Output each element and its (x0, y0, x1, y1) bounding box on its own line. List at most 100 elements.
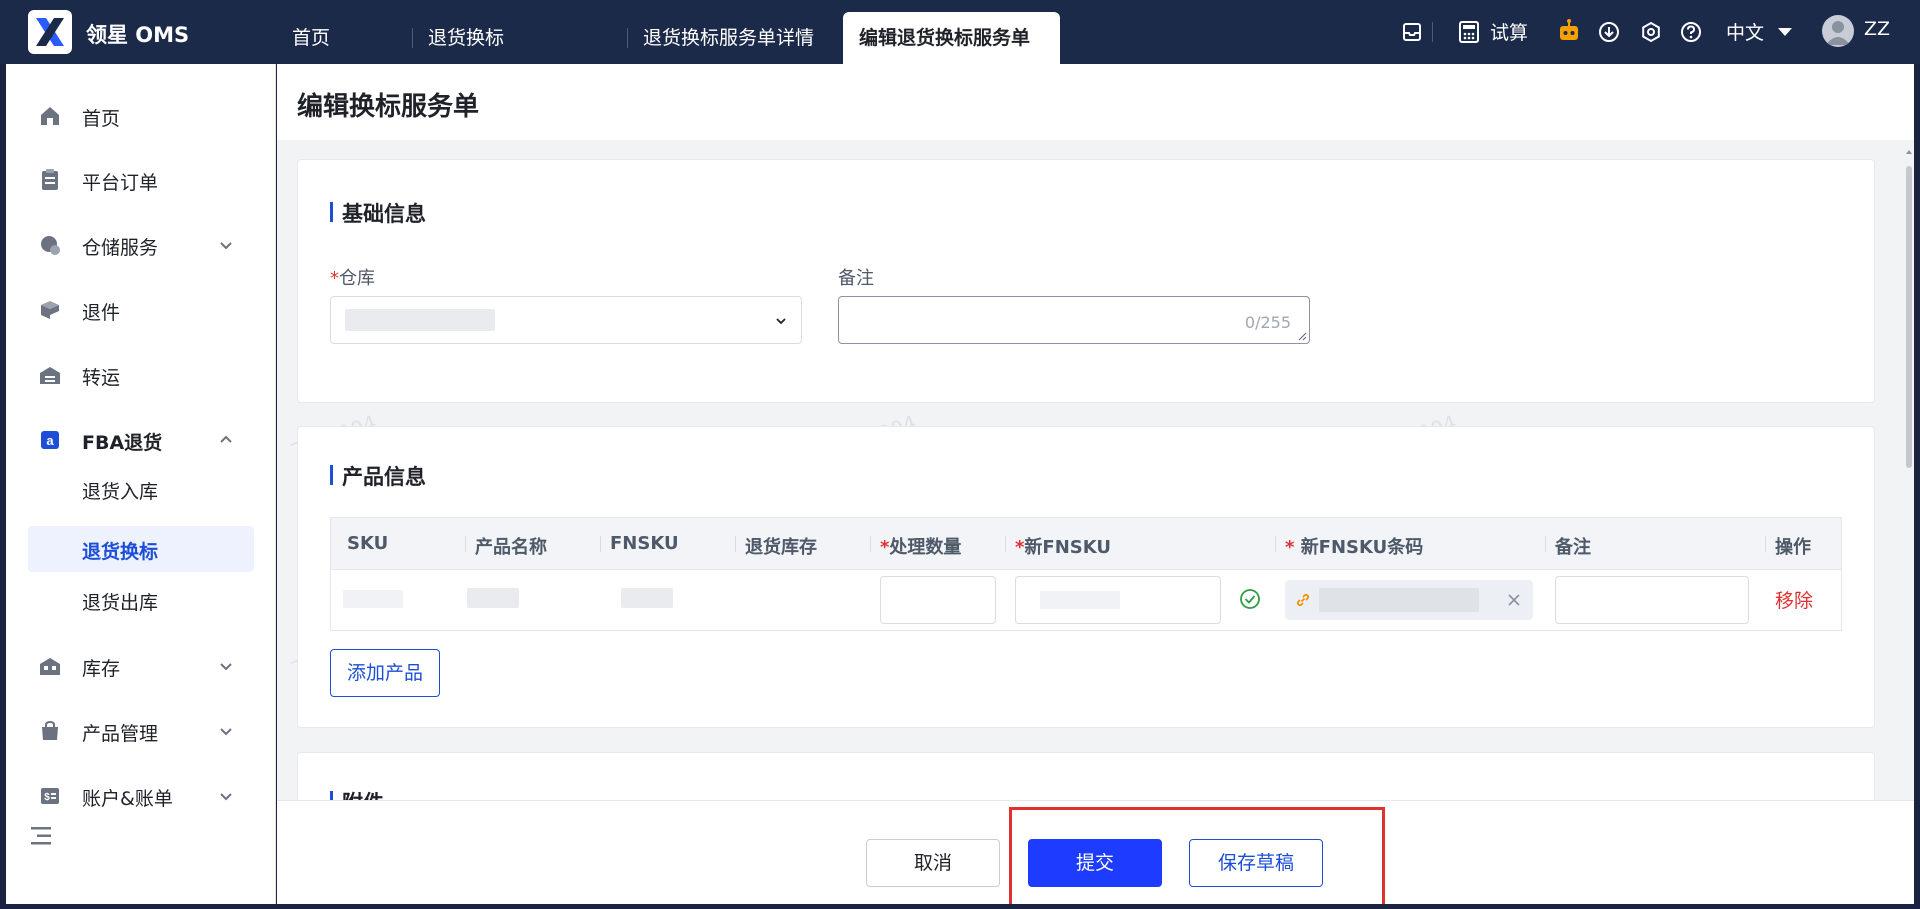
blurred-sku (343, 590, 403, 608)
home-icon (41, 107, 59, 125)
col-divider (600, 536, 601, 552)
chevron-down-icon (220, 728, 232, 736)
page-header: 编辑换标服务单 (277, 64, 1914, 140)
scroll-thumb[interactable] (1906, 166, 1912, 468)
chevron-down-icon (220, 242, 232, 250)
app-logo[interactable] (28, 10, 72, 54)
page-title: 编辑换标服务单 (297, 92, 480, 122)
col-qty: *处理数量 (880, 537, 962, 558)
remove-row-link[interactable]: 移除 (1775, 586, 1813, 613)
col-new-fnsku-barcode: * 新FNSKU条码 (1285, 537, 1424, 558)
blurred-new-fnsku (1040, 591, 1120, 609)
sidebar-item-inventory[interactable]: 库存 (6, 642, 276, 690)
col-divider (1005, 536, 1006, 552)
inventory-icon (40, 658, 60, 675)
top-bar: 领星 OMS 首页 退货换标 退货换标服务单详情 编辑退货换标服务单 试算 中文… (0, 0, 1920, 64)
scroll-up-icon[interactable] (1905, 148, 1913, 156)
remark-textarea[interactable]: 0/255 (838, 296, 1310, 344)
amazon-icon: a (41, 431, 59, 449)
new-fnsku-input[interactable] (1015, 576, 1221, 624)
submit-button[interactable]: 提交 (1028, 839, 1162, 887)
add-product-button[interactable]: 添加产品 (330, 649, 440, 697)
settings-icon[interactable] (1640, 21, 1662, 43)
user-name[interactable]: ZZ (1864, 18, 1890, 40)
barcode-file-tag[interactable] (1285, 580, 1533, 620)
sidebar-item-platform-orders[interactable]: 平台订单 (6, 156, 276, 204)
calculator-icon[interactable] (1458, 20, 1480, 44)
sidebar-label: 转运 (82, 367, 121, 389)
chevron-down-icon (220, 793, 232, 801)
sidebar-label: 退件 (82, 302, 121, 324)
col-sku: SKU (347, 533, 389, 554)
sidebar-label: 库存 (82, 658, 121, 680)
sidebar-item-returns[interactable]: 退件 (6, 286, 276, 334)
save-draft-button[interactable]: 保存草稿 (1189, 839, 1323, 887)
tab-service-detail[interactable]: 退货换标服务单详情 (626, 12, 814, 64)
svg-text:a: a (46, 433, 54, 448)
col-divider (465, 536, 466, 552)
col-divider (870, 536, 871, 552)
sidebar-label: FBA退货 (82, 432, 163, 454)
basic-info-card: 基础信息 *仓库 备注 0/255 (297, 159, 1875, 403)
footer-action-bar: 取消 提交 保存草稿 (277, 800, 1914, 904)
user-avatar[interactable] (1822, 15, 1854, 47)
col-action: 操作 (1775, 537, 1811, 558)
col-divider (1545, 536, 1546, 552)
sidebar-item-product-management[interactable]: 产品管理 (6, 707, 276, 755)
col-divider (735, 536, 736, 552)
calc-link[interactable]: 试算 (1490, 18, 1528, 45)
caret-down-icon (1778, 28, 1792, 36)
inbox-icon[interactable] (1400, 20, 1424, 44)
sidebar: 首页 平台订单 仓储服务 退件 转运 a FBA退货 退货入库 退货换标 退货出… (6, 64, 276, 904)
chevron-down-icon (776, 318, 786, 325)
tab-return-relabel[interactable]: 退货换标 (411, 12, 504, 64)
sidebar-item-storage-service[interactable]: 仓储服务 (6, 221, 276, 269)
tab-home[interactable]: 首页 (292, 12, 330, 64)
tab-edit-service[interactable]: 编辑退货换标服务单 (843, 12, 1061, 64)
sidebar-item-account-billing[interactable]: $ 账户&账单 (6, 772, 276, 820)
qty-input[interactable] (880, 576, 996, 624)
brand-name: 领星 OMS (86, 23, 190, 47)
sidebar-label: 退货换标 (82, 541, 159, 563)
download-icon[interactable] (1598, 21, 1620, 43)
robot-icon[interactable] (1556, 18, 1582, 44)
sidebar-item-transfer[interactable]: 转运 (6, 351, 276, 399)
product-table: SKU 产品名称 FNSKU 退货库存 *处理数量 *新FNSKU * 新FNS… (330, 517, 1842, 631)
language-switch[interactable]: 中文 (1726, 18, 1764, 45)
section-title-basic: 基础信息 (330, 198, 426, 228)
col-new-fnsku: *新FNSKU (1015, 537, 1111, 558)
col-divider (1765, 536, 1766, 552)
close-icon[interactable] (1507, 593, 1521, 607)
row-remark-input[interactable] (1555, 576, 1749, 624)
sidebar-subitem-return-inbound[interactable]: 退货入库 (28, 466, 254, 512)
user-icon (1826, 21, 1850, 45)
help-icon[interactable] (1680, 21, 1702, 43)
sidebar-subitem-return-outbound[interactable]: 退货出库 (28, 577, 254, 623)
menu-collapse-icon[interactable] (28, 822, 56, 850)
check-circle-icon (1240, 589, 1260, 609)
remark-counter: 0/255 (1244, 313, 1291, 332)
svg-text:$: $ (44, 792, 50, 803)
blurred-fnsku (621, 588, 673, 608)
sidebar-subitem-return-relabel[interactable]: 退货换标 (28, 526, 254, 572)
shopping-bag-icon (42, 720, 58, 740)
sidebar-item-fba-returns[interactable]: a FBA退货 (6, 416, 276, 464)
package-return-icon (41, 301, 59, 319)
sidebar-item-home[interactable]: 首页 (6, 92, 276, 140)
billing-icon: $ (41, 788, 59, 804)
sidebar-label: 平台订单 (82, 172, 159, 194)
section-title-product: 产品信息 (330, 461, 426, 491)
page-scrollbar[interactable] (1904, 144, 1914, 850)
cancel-button[interactable]: 取消 (866, 839, 1000, 887)
header-tools: 试算 中文 ZZ (1400, 0, 1920, 64)
col-divider (1275, 536, 1276, 552)
warehouse-select[interactable] (330, 296, 802, 344)
resize-handle-icon[interactable] (1297, 331, 1307, 341)
sidebar-label: 账户&账单 (82, 788, 173, 810)
blurred-barcode (1319, 588, 1479, 612)
warehouse-icon (40, 367, 60, 384)
sidebar-label: 退货出库 (82, 592, 159, 614)
main-content: 编辑换标服务单 7861004ZZ 7861004ZZ 7861004ZZ 78… (277, 64, 1914, 904)
col-fnsku: FNSKU (610, 533, 679, 554)
clipboard-icon (42, 169, 58, 190)
